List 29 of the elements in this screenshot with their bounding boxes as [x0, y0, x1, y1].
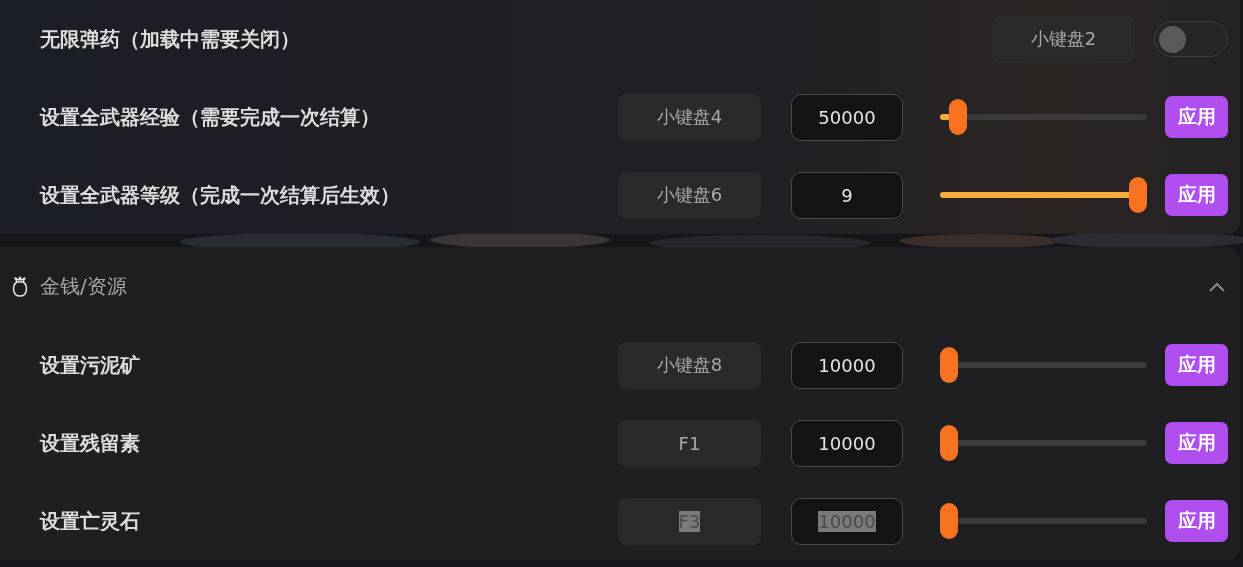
- hotkey-field[interactable]: 小键盘4: [618, 93, 761, 141]
- setting-label: 无限弹药（加载中需要关闭）: [39, 25, 301, 53]
- toggle-switch[interactable]: [1154, 21, 1228, 57]
- section-title: 金钱/资源: [40, 273, 127, 300]
- money-bag-icon: [10, 275, 30, 298]
- apply-button[interactable]: 应用: [1165, 96, 1228, 138]
- value-field[interactable]: 50000: [791, 93, 903, 141]
- value-field[interactable]: 10000: [791, 341, 903, 389]
- apply-button[interactable]: 应用: [1165, 344, 1228, 386]
- hotkey-field[interactable]: F1: [618, 419, 761, 467]
- slider[interactable]: [940, 425, 1147, 461]
- apply-button[interactable]: 应用: [1165, 422, 1228, 464]
- apply-button[interactable]: 应用: [1165, 174, 1228, 216]
- value-field[interactable]: 9: [791, 171, 903, 219]
- setting-label: 设置全武器等级（完成一次结算后生效）: [38, 181, 401, 209]
- slider[interactable]: [940, 99, 1147, 135]
- setting-label: 设置污泥矿: [38, 351, 141, 379]
- setting-label: 设置全武器经验（需要完成一次结算）: [38, 103, 381, 131]
- value-field[interactable]: 10000: [791, 419, 903, 467]
- collapse-icon[interactable]: [1209, 281, 1225, 292]
- hotkey-field[interactable]: 小键盘6: [618, 171, 761, 219]
- hotkey-field[interactable]: 小键盘2: [992, 15, 1135, 63]
- slider[interactable]: [940, 177, 1147, 213]
- setting-label: 设置亡灵石: [38, 507, 141, 535]
- hotkey-field[interactable]: 小键盘8: [618, 341, 761, 389]
- slider[interactable]: [940, 347, 1147, 383]
- slider[interactable]: [940, 503, 1147, 539]
- setting-label: 设置残留素: [38, 429, 141, 457]
- apply-button[interactable]: 应用: [1165, 500, 1228, 542]
